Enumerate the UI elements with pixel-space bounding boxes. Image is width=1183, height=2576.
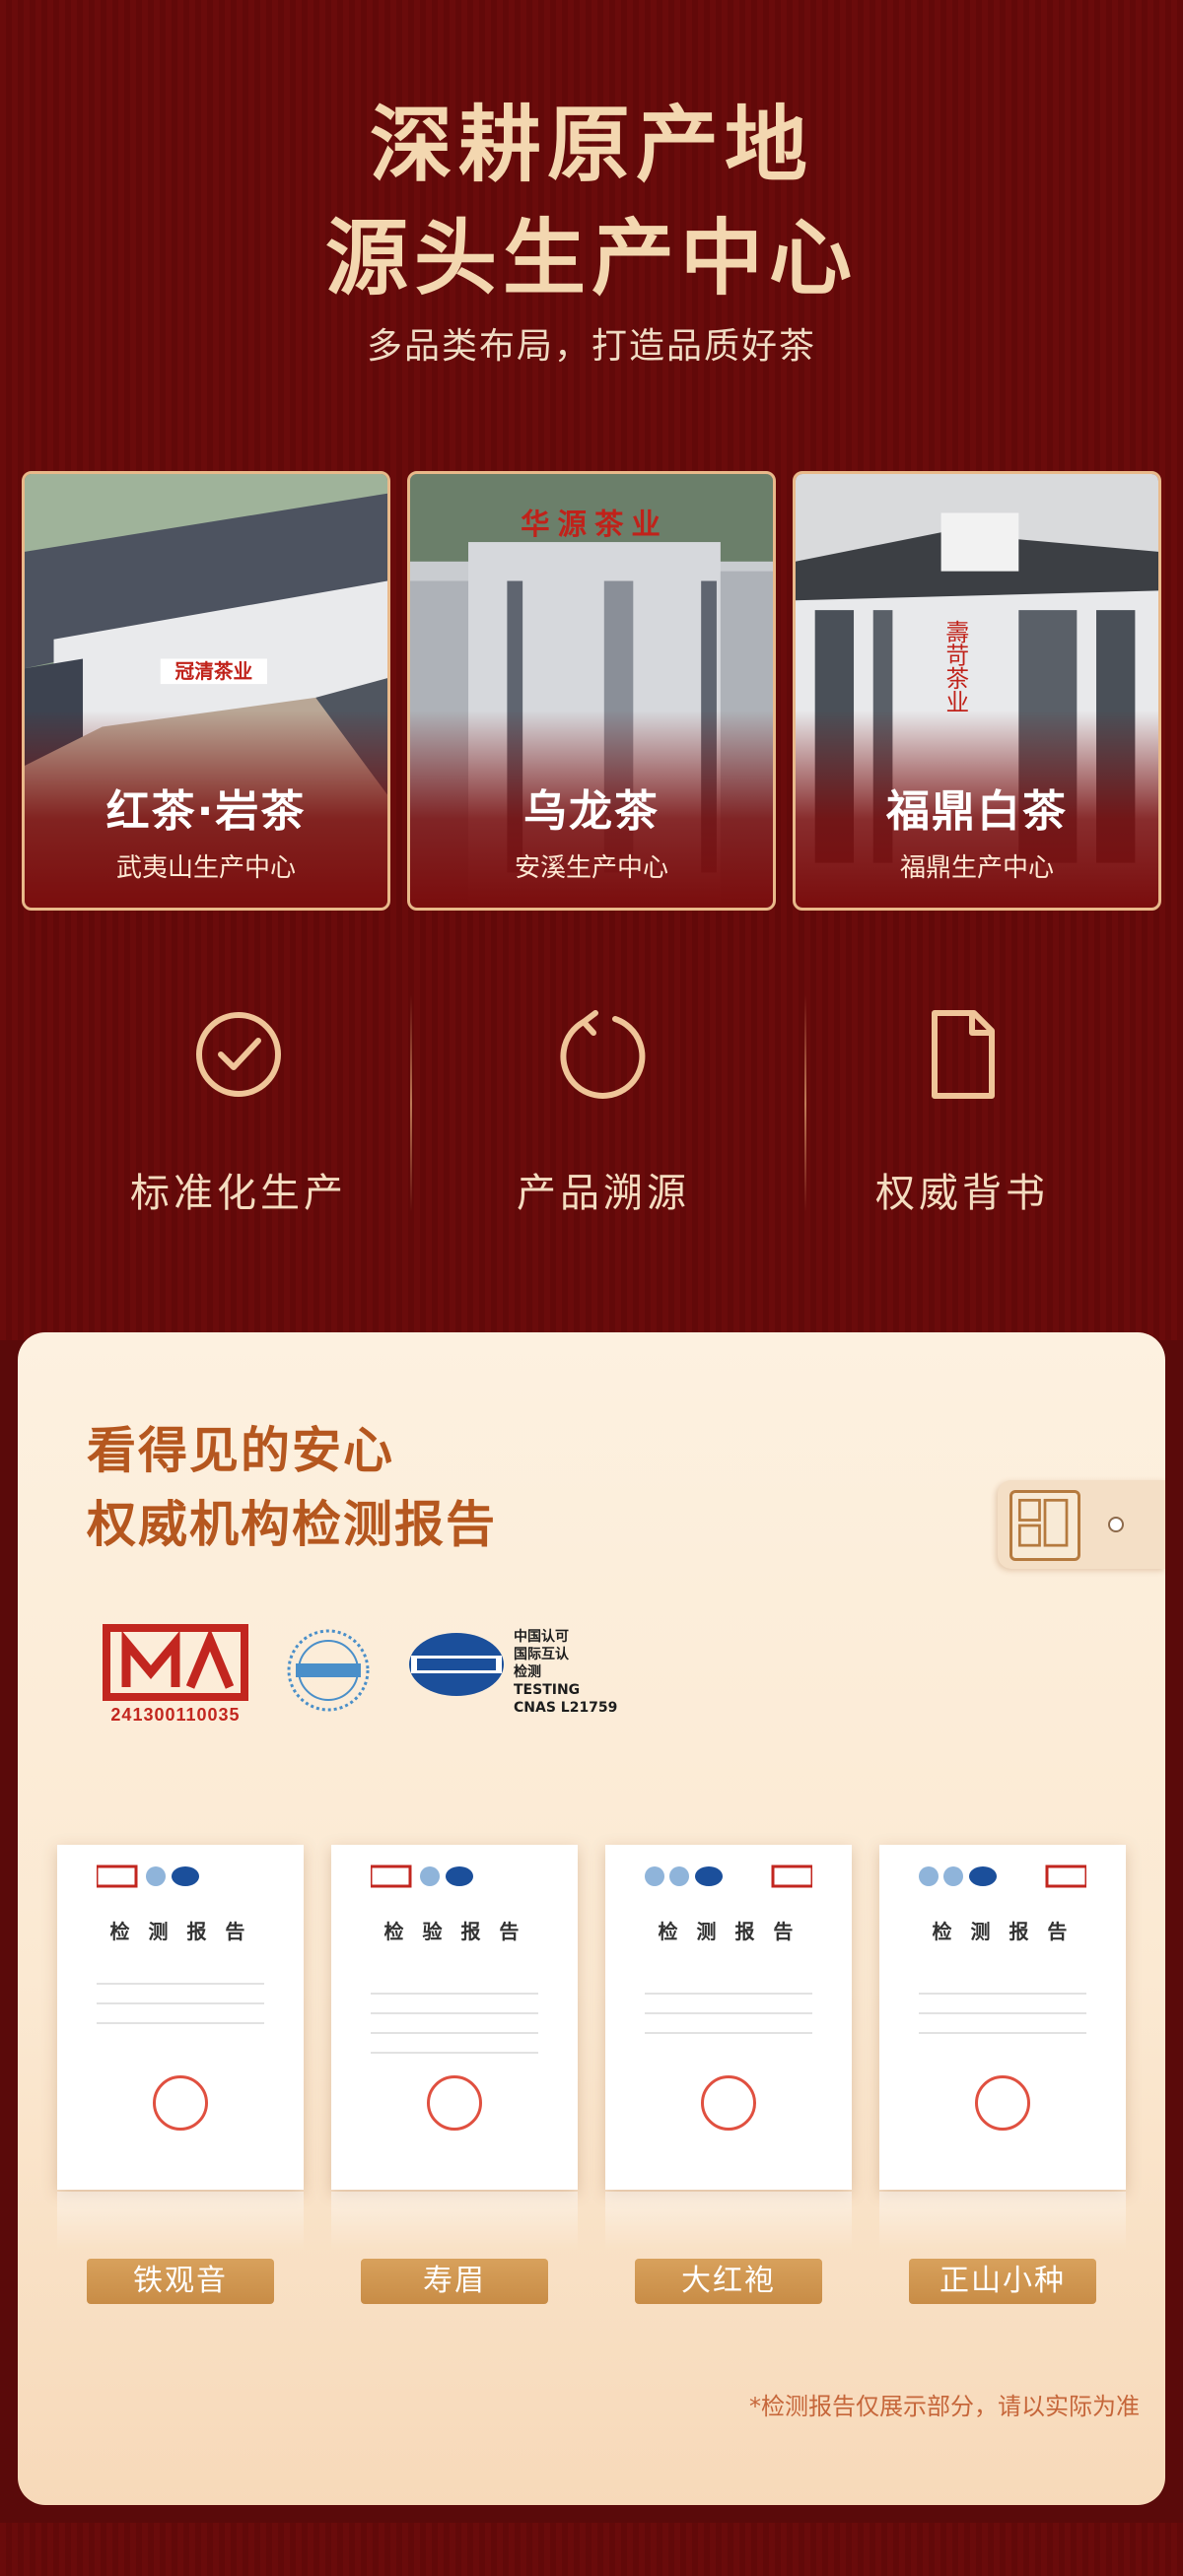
report-tag: 铁观音 [87,2259,274,2304]
page-title-line2: 源头生产中心 [324,209,858,306]
report-logos-icon [919,1864,1086,1888]
feature-standardized: 标准化生产 [61,1005,416,1218]
assurance-title-line1: 看得见的安心 [87,1422,394,1479]
assurance-section: 看得见的安心 权威机构检测报告 241300110035 中国认可 国际互认 检… [18,1332,1165,2505]
report-tag: 正山小种 [909,2259,1096,2304]
report-card[interactable]: 检 测 报 告 [57,1845,304,2190]
feature-traceability: 产品溯源 [426,1005,781,1218]
center-location: 安溪生产中心 [514,853,668,883]
center-card-anxi: 华源茶业 乌龙茶 安溪生产中心 [407,471,776,911]
cma-number: 241300110035 [110,1705,241,1725]
report-title: 检 验 报 告 [383,1920,525,1943]
feature-endorsement: 权威背书 [785,1005,1140,1218]
report-card[interactable]: 检 测 报 告 [879,1845,1126,2190]
report-card[interactable]: 检 测 报 告 [605,1845,852,2190]
assurance-title-line2: 权威机构检测报告 [87,1496,497,1553]
refresh-icon [560,1010,646,1099]
report-tag: 寿眉 [361,2259,548,2304]
seal-tab[interactable] [998,1480,1165,1569]
divider [410,995,412,1212]
feature-label: 标准化生产 [130,1171,347,1216]
cnas-description: 中国认可 国际互认 检测 TESTING CNAS L21759 [514,1629,618,1716]
center-location: 福鼎生产中心 [899,853,1054,883]
page-subtitle: 多品类布局，打造品质好茶 [366,326,816,367]
ilac-mra-logo-icon [287,1629,370,1712]
center-card-wuyishan: 冠清茶业 红茶·岩茶 武夷山生产中心 [22,471,390,911]
document-icon [932,1010,995,1099]
feature-label: 产品溯源 [517,1171,690,1216]
report-logos-icon [97,1864,199,1888]
stamp-icon [153,2075,208,2131]
center-card-fuding: 壽苛茶业 福鼎白茶 福鼎生产中心 [793,471,1161,911]
report-logos-icon [645,1864,812,1888]
seal-logo-icon [1009,1490,1080,1561]
disclaimer-note: *检测报告仅展示部分，请以实际为准 [749,2393,1140,2420]
report-title: 检 测 报 告 [109,1920,251,1943]
report-tag: 大红袍 [635,2259,822,2304]
report-logos-icon [371,1864,473,1888]
cnas-logo-icon [409,1633,504,1696]
circle-dot-icon [1108,1517,1124,1532]
page-title-line1: 深耕原产地 [369,96,813,193]
feature-label: 权威背书 [875,1171,1049,1216]
report-title: 检 测 报 告 [658,1920,800,1943]
factory-sign-fuding: 壽苛茶业 [941,620,969,713]
check-circle-icon [196,1012,281,1097]
stamp-icon [427,2075,482,2131]
hero-section: 深耕原产地 源头生产中心 多品类布局，打造品质好茶 冠清茶业 红茶·岩茶 武夷山… [0,0,1183,1340]
center-name: 福鼎白茶 [886,786,1068,837]
stamp-icon [701,2075,756,2131]
factory-sign-anxi: 华源茶业 [521,507,668,541]
report-title: 检 测 报 告 [932,1920,1074,1943]
center-location: 武夷山生产中心 [115,853,296,883]
center-name: 红茶·岩茶 [105,786,307,837]
center-name: 乌龙茶 [523,786,660,837]
factory-sign-wuyishan: 冠清茶业 [175,660,253,683]
stamp-icon [975,2075,1030,2131]
report-card[interactable]: 检 验 报 告 [331,1845,578,2190]
